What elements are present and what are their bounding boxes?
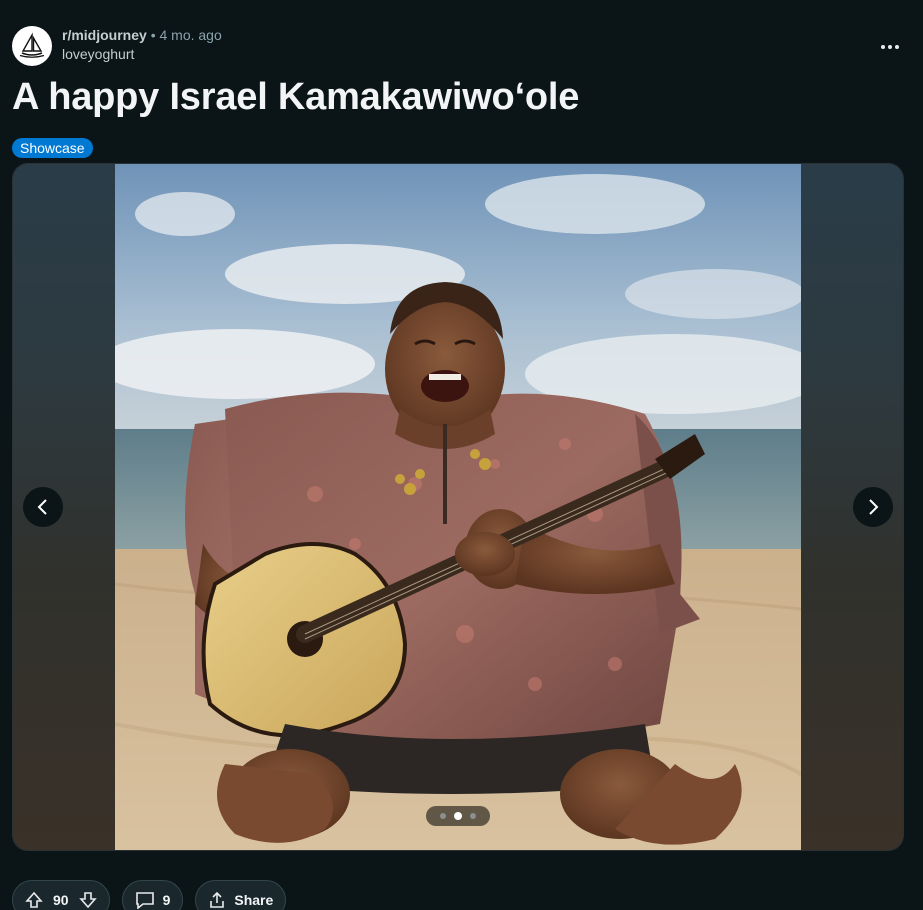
share-button[interactable]: Share	[195, 880, 287, 910]
chevron-left-icon	[37, 499, 47, 515]
arrow-up-icon	[25, 891, 43, 908]
post-title[interactable]: A happy Israel Kamakawiwoʻole	[12, 76, 579, 119]
gallery-previous-button[interactable]	[23, 487, 63, 527]
post-age: 4 mo. ago	[159, 27, 222, 43]
downvote-button[interactable]	[78, 891, 97, 909]
chevron-right-icon	[869, 499, 879, 515]
share-icon	[210, 891, 225, 908]
author-link[interactable]: loveyoghurt	[62, 45, 222, 64]
meta-separator: •	[150, 27, 156, 43]
post-card: r/midjourney • 4 mo. ago loveyoghurt A h…	[0, 0, 923, 910]
beach-guitar-photo	[115, 164, 801, 850]
vote-bar: 90	[12, 880, 110, 910]
gallery-dot[interactable]	[440, 813, 446, 819]
more-options-button[interactable]	[877, 34, 903, 60]
post-flair[interactable]: Showcase	[12, 138, 93, 158]
gallery-image[interactable]	[115, 164, 801, 850]
gallery-next-button[interactable]	[853, 487, 893, 527]
subreddit-line: r/midjourney • 4 mo. ago	[62, 26, 222, 45]
upvote-button[interactable]	[25, 891, 43, 909]
share-label: Share	[234, 892, 274, 908]
gallery-dot-active[interactable]	[454, 812, 462, 820]
vote-count: 90	[53, 892, 69, 908]
sailboat-icon	[19, 32, 45, 58]
subreddit-avatar[interactable]	[12, 26, 52, 66]
comments-button[interactable]: 9	[121, 880, 184, 910]
post-meta: r/midjourney • 4 mo. ago loveyoghurt	[62, 26, 222, 64]
post-actions: 90 9 Share	[12, 880, 287, 910]
more-horizontal-icon	[881, 45, 899, 49]
gallery-dot[interactable]	[470, 813, 476, 819]
comment-icon	[135, 892, 154, 909]
arrow-down-icon	[78, 892, 97, 909]
gallery-pagination	[426, 806, 490, 826]
subreddit-link[interactable]: r/midjourney	[62, 27, 147, 43]
comment-count: 9	[162, 892, 171, 908]
post-header: r/midjourney • 4 mo. ago loveyoghurt	[12, 26, 222, 66]
image-gallery[interactable]	[12, 163, 904, 851]
